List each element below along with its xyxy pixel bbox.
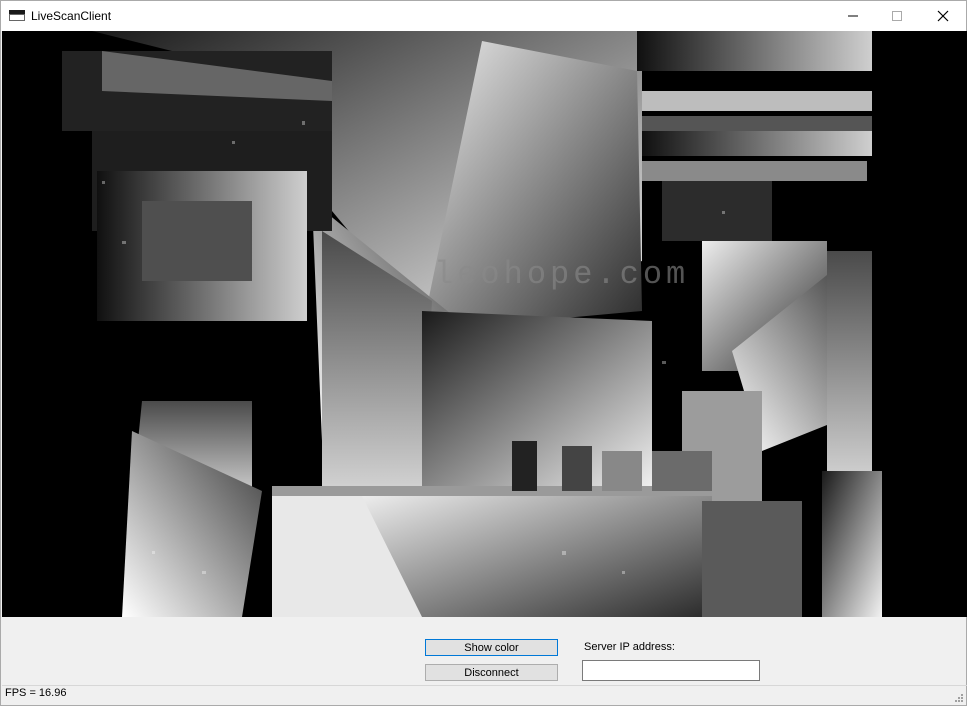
server-ip-input[interactable] xyxy=(582,660,760,681)
fps-status: FPS = 16.96 xyxy=(5,687,67,699)
app-window: LiveScanClient leohope.com Show color Di… xyxy=(0,0,967,706)
resize-grip-icon[interactable] xyxy=(954,693,964,703)
minimize-button[interactable] xyxy=(830,1,876,31)
minimize-icon xyxy=(848,15,858,17)
status-bar-divider xyxy=(2,685,967,686)
disconnect-button[interactable]: Disconnect xyxy=(425,664,558,681)
app-icon xyxy=(9,10,25,21)
watermark: leohope.com xyxy=(434,256,689,293)
maximize-icon xyxy=(892,11,902,21)
close-button[interactable] xyxy=(920,1,966,31)
window-title: LiveScanClient xyxy=(31,9,112,23)
depth-view: leohope.com xyxy=(2,31,967,617)
server-ip-label: Server IP address: xyxy=(584,641,675,653)
close-icon xyxy=(937,10,949,22)
maximize-button[interactable] xyxy=(874,1,920,31)
title-bar[interactable]: LiveScanClient xyxy=(1,1,966,31)
show-color-button[interactable]: Show color xyxy=(425,639,558,656)
